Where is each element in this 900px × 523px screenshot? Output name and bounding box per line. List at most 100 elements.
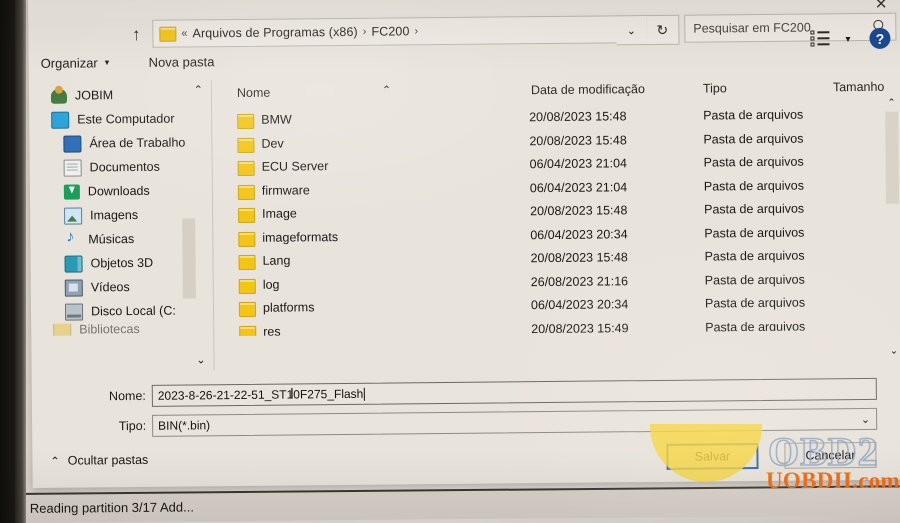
file-type-cell: Pasta de arquivos [703, 178, 804, 194]
organize-button[interactable]: Organizar ▾ [41, 55, 110, 71]
sidebar-item-label: Bibliotecas [79, 322, 140, 336]
file-modified-cell: 26/08/2023 21:16 [530, 273, 629, 289]
file-name-input[interactable]: 2023-8-26-21-22-51_ST10F275_Flash [151, 377, 877, 407]
folder-icon [238, 231, 256, 247]
sidebar-scroll-thumb[interactable] [182, 218, 196, 299]
chevron-down-icon[interactable]: ⌄ [861, 412, 870, 425]
sidebar-item-label: JOBIM [74, 88, 114, 103]
file-name-cell: Dev [261, 136, 284, 151]
file-modified-cell: 20/08/2023 15:49 [531, 320, 629, 336]
cancel-button[interactable]: Cancelar [784, 441, 877, 469]
file-name-label: Nome: [108, 388, 146, 404]
downloads-icon [63, 184, 80, 200]
file-type-cell: Pasta de arquivos [704, 225, 805, 241]
file-name-cell: log [262, 277, 280, 292]
file-modified-cell: 06/04/2023 21:04 [529, 156, 628, 172]
screen-bezel-edge [0, 0, 15, 523]
file-name-cell: BMW [261, 112, 292, 127]
file-type-cell: Pasta de arquivos [704, 201, 805, 217]
folder-icon [238, 207, 256, 223]
sidebar-item-label: Documentos [89, 159, 160, 175]
folder-icon [159, 26, 177, 42]
chevron-down-icon: ▾ [104, 57, 110, 68]
chevron-down-icon[interactable]: ▾ [845, 34, 850, 45]
sidebar-item-label: Objetos 3D [90, 255, 154, 271]
breadcrumb-separator-0: › [362, 25, 367, 38]
view-mode-icon[interactable] [810, 30, 830, 47]
library-icon [53, 322, 72, 336]
up-arrow-icon[interactable]: ↑ [124, 23, 148, 47]
file-name-value: 2023-8-26-21-22-51_ST10F275_Flash [157, 386, 364, 403]
file-name-cell: ECU Server [261, 159, 329, 174]
file-type-cell: Pasta de arquivos [703, 107, 804, 123]
organize-label: Organizar [40, 55, 98, 71]
file-modified-cell: 20/08/2023 15:48 [530, 203, 628, 219]
disk-icon [64, 302, 84, 321]
file-type-cell: Pasta de arquivos [703, 131, 804, 147]
ibeam-cursor-icon: I [289, 385, 295, 403]
pane-divider[interactable] [210, 80, 215, 371]
folder-icon [238, 301, 257, 317]
file-name-cell: Image [262, 206, 297, 221]
folder-icon [237, 113, 255, 129]
sidebar-item-label: Downloads [87, 183, 150, 199]
file-name-cell: firmware [261, 182, 310, 198]
file-modified-cell: 20/08/2023 15:48 [529, 109, 627, 125]
file-list-scrollbar[interactable]: ⌃ ⌄ [884, 96, 900, 358]
chevron-down-icon[interactable]: ⌄ [196, 353, 205, 366]
breadcrumb[interactable]: « Arquivos de Programas (x86) › FC200 › [152, 15, 619, 48]
file-list-scroll-thumb[interactable] [885, 111, 900, 204]
breadcrumb-item-1[interactable]: FC200 [371, 24, 409, 38]
save-form: Nome: 2023-8-26-21-22-51_ST10F275_Flash … [32, 368, 900, 488]
chevron-up-icon[interactable]: ⌃ [194, 83, 203, 96]
column-header-name[interactable]: Nome [237, 86, 270, 100]
file-modified-cell: 06/04/2023 21:04 [529, 179, 628, 195]
refresh-icon[interactable]: ↻ [646, 14, 680, 46]
documents-icon [63, 158, 82, 177]
music-icon [64, 232, 80, 247]
breadcrumb-item-0[interactable]: Arquivos de Programas (x86) [192, 25, 357, 41]
file-modified-cell: 06/04/2023 20:34 [530, 226, 628, 242]
breadcrumb-overflow[interactable]: « [181, 27, 187, 39]
file-modified-cell: 20/08/2023 15:48 [529, 132, 627, 148]
sidebar-item-label: Este Computador [77, 111, 175, 127]
file-type-select[interactable]: BIN(*.bin) ⌄ [152, 407, 878, 437]
file-type-cell: Pasta de arquivos [703, 154, 804, 170]
chevron-up-icon[interactable]: ⌃ [884, 96, 899, 110]
user-icon [50, 88, 68, 104]
hide-folders-toggle[interactable]: ⌃ Ocultar pastas [50, 453, 148, 468]
file-name-cell: Lang [262, 253, 291, 268]
folder-icon [237, 137, 255, 153]
help-icon[interactable]: ? [869, 27, 891, 49]
file-modified-cell: 06/04/2023 20:34 [530, 297, 629, 313]
save-button[interactable]: Salvar [666, 443, 759, 470]
column-header-size[interactable]: Tamanho [833, 80, 885, 94]
chevron-down-icon[interactable]: ⌄ [616, 15, 648, 46]
screenshot-root: ✕ ↑ « Arquivos de Programas (x86) › FC20… [0, 0, 900, 523]
dialog-body: ⌃ JOBIM Este Computador Área de Trabalho Do… [29, 74, 900, 372]
breadcrumb-separator-1: › [414, 25, 419, 38]
chevron-up-icon: ⌃ [50, 455, 60, 468]
file-type-cell: Pasta de arquivos [704, 272, 805, 288]
column-header-type[interactable]: Tipo [703, 81, 727, 95]
pictures-icon [64, 206, 83, 225]
file-name-cell: imageformats [262, 229, 339, 245]
file-type-cell: Pasta de arquivos [705, 319, 806, 335]
column-header-modified[interactable]: Data de modificação [531, 82, 645, 97]
sidebar-item-label: Músicas [88, 231, 135, 247]
file-name-cell: platforms [262, 300, 315, 315]
hide-folders-label: Ocultar pastas [67, 452, 149, 468]
file-modified-cell: 20/08/2023 15:48 [530, 250, 628, 266]
sidebar-item-label: Imagens [90, 207, 139, 223]
sort-ascending-icon: ⌃ [381, 84, 392, 97]
background-app-statusbar: Reading partition 3/17 Add... [13, 485, 900, 523]
sidebar-scrollbar[interactable] [181, 98, 196, 353]
new-folder-button[interactable]: Nova pasta [149, 54, 215, 70]
file-type-cell: Pasta de arquivos [704, 295, 806, 311]
chevron-down-icon[interactable]: ⌄ [886, 344, 900, 358]
file-type-label: Tipo: [118, 418, 147, 434]
search-input[interactable]: Pesquisar em FC200 [684, 12, 897, 43]
folder-icon [239, 325, 257, 336]
file-type-value: BIN(*.bin) [158, 418, 211, 433]
status-text: Reading partition 3/17 Add... [29, 499, 194, 516]
